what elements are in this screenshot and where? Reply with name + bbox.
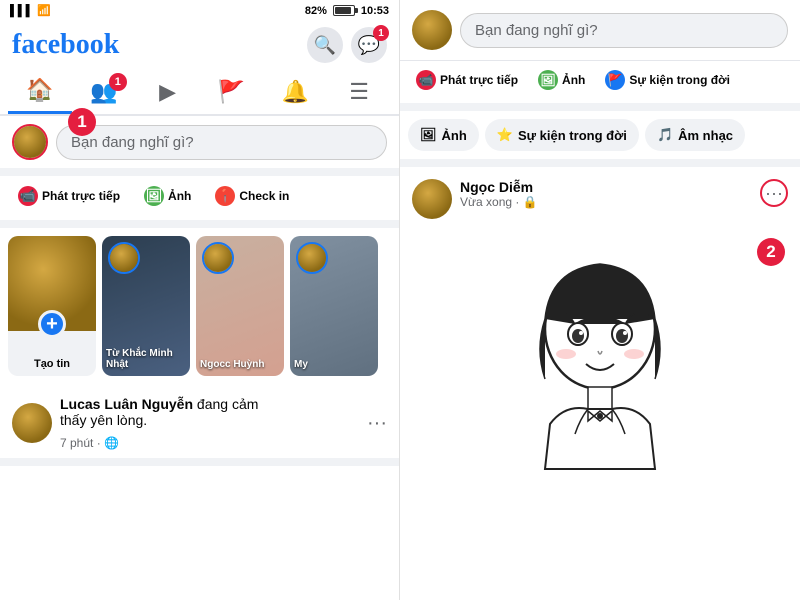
post-meta: 7 phút · 🌐 [60,436,359,450]
right-post-menu-button[interactable]: ··· [760,179,788,207]
quick-event-icon: ⭐ [497,127,513,143]
status-bar: ▌▌▌ 📶 82% 10:53 [0,0,399,21]
right-photo-icon: 🖼 [538,70,558,90]
tutorial-num-2: 2 [757,238,785,266]
checkin-icon: 📍 [215,186,235,206]
post-avatar [12,403,52,443]
live-icon: 📹 [18,186,38,206]
quick-photo-label: Ảnh [442,128,467,143]
right-live-icon: 📹 [416,70,436,90]
story-card-3[interactable]: My [290,236,378,376]
status-right: 82% 10:53 [305,5,389,17]
tab-friends[interactable]: 👥 1 [72,71,136,113]
live-label: Phát trực tiếp [42,189,120,203]
tab-video[interactable]: ▶ [136,71,200,113]
post-name-text: Lucas Luân Nguyễn [60,396,197,412]
post-header: Lucas Luân Nguyễn đang cảm thấy yên lòng… [12,396,387,450]
checkin-label: Check in [239,189,289,203]
right-feed-post: Ngọc Diễm Vừa xong · 🔒 ··· [400,167,800,600]
tutorial-badge-2: 2 [757,238,785,266]
right-post-info: Ngọc Diễm Vừa xong · 🔒 [460,179,752,209]
friends-badge: 1 [109,73,127,91]
tab-home[interactable]: 🏠 [8,69,72,114]
story-user-label-1: Từ Khắc Minh Nhật [106,348,186,370]
post-menu-button[interactable]: ··· [367,412,387,435]
stories-section: + Tạo tin Từ Khắc Minh Nhật Ngocc Huỳnh … [0,228,399,384]
signal-icon: ▌▌▌ [10,5,33,17]
post-input-area: Bạn đang nghĩ gì? [0,116,399,176]
story-card-2[interactable]: Ngocc Huỳnh [196,236,284,376]
left-panel: ▌▌▌ 📶 82% 10:53 facebook 🔍 💬 1 🏠 👥 1 ▶ 🚩… [0,0,400,600]
feed-post-1: Lucas Luân Nguyễn đang cảm thấy yên lòng… [0,384,399,466]
post-input-box[interactable]: Bạn đang nghĩ gì? [56,125,387,160]
post-user-name: Lucas Luân Nguyễn đang cảm [60,396,359,412]
tab-bell[interactable]: 🔔 [263,71,327,113]
story-card-1[interactable]: Từ Khắc Minh Nhật [102,236,190,376]
post-action-row: 📹 Phát trực tiếp 🖼 Ảnh 📍 Check in [0,176,399,228]
right-post-input-area: Bạn đang nghĩ gì? [400,0,800,61]
search-button[interactable]: 🔍 [307,27,343,63]
tutorial-badge-1: 1 [68,108,96,136]
photo-button[interactable]: 🖼 Ảnh [134,180,201,212]
clock: 10:53 [361,5,389,17]
right-live-label: Phát trực tiếp [440,73,518,87]
quick-music-label: Âm nhạc [678,128,733,143]
right-post-avatar [412,179,452,219]
battery-icon [333,5,355,16]
right-event-icon: 🚩 [605,70,625,90]
story-plus-icon: + [38,310,66,338]
story-avatar-1 [108,242,140,274]
photo-label: Ảnh [168,189,191,203]
wifi-icon: 📶 [37,4,51,17]
live-button[interactable]: 📹 Phát trực tiếp [8,180,130,212]
messenger-button[interactable]: 💬 1 [351,27,387,63]
right-post-username: Ngọc Diễm [460,179,752,195]
story-user-label-2: Ngocc Huỳnh [200,359,280,370]
status-left: ▌▌▌ 📶 [10,4,51,17]
story-create-card[interactable]: + Tạo tin [8,236,96,376]
anime-drawing-svg [490,239,710,519]
right-panel: Bạn đang nghĩ gì? 📹 Phát trực tiếp 🖼 Ảnh… [400,0,800,600]
right-event-label: Sự kiện trong đời [629,73,730,87]
checkin-button[interactable]: 📍 Check in [205,180,299,212]
post-action-text: đang cảm [197,396,258,412]
story-user-label-3: My [294,359,374,370]
right-event-button[interactable]: 🚩 Sự kiện trong đời [597,65,738,95]
story-avatar-3 [296,242,328,274]
tab-flag[interactable]: 🚩 [199,71,263,113]
quick-event-label: Sự kiện trong đời [518,128,627,143]
quick-photo-btn[interactable]: 🖼 Ảnh [408,119,479,151]
post-user-info: Lucas Luân Nguyễn đang cảm thấy yên lòng… [60,396,359,450]
right-post-input-box[interactable]: Bạn đang nghĩ gì? [460,13,788,48]
right-photo-button[interactable]: 🖼 Ảnh [530,65,593,95]
quick-music-icon: 🎵 [657,127,673,143]
facebook-logo: facebook [12,29,299,61]
quick-photo-icon: 🖼 [420,127,437,143]
story-avatar-2 [202,242,234,274]
right-photo-label: Ảnh [562,73,585,87]
post-status-text: thấy yên lòng. [60,412,359,428]
battery-pct: 82% [305,5,327,17]
right-live-button[interactable]: 📹 Phát trực tiếp [408,65,526,95]
right-user-avatar [412,10,452,50]
tutorial-num-1: 1 [68,108,96,136]
photo-icon: 🖼 [144,186,164,206]
quick-actions-row: 🖼 Ảnh ⭐ Sự kiện trong đời 🎵 Âm nhạc [400,111,800,167]
quick-music-btn[interactable]: 🎵 Âm nhạc [645,119,745,151]
tab-menu[interactable]: ☰ [327,71,391,113]
right-post-header: Ngọc Diễm Vừa xong · 🔒 ··· [412,179,788,219]
messenger-badge: 1 [373,25,389,41]
right-action-row: 📹 Phát trực tiếp 🖼 Ảnh 🚩 Sự kiện trong đ… [400,61,800,111]
right-post-meta: Vừa xong · 🔒 [460,195,752,209]
post-image-area [412,229,788,529]
nav-bar: facebook 🔍 💬 1 [0,21,399,69]
quick-event-btn[interactable]: ⭐ Sự kiện trong đời [485,119,639,151]
user-avatar [12,124,48,160]
story-create-label: Tạo tin [8,358,96,370]
tab-bar: 🏠 👥 1 ▶ 🚩 🔔 ☰ [0,69,399,116]
